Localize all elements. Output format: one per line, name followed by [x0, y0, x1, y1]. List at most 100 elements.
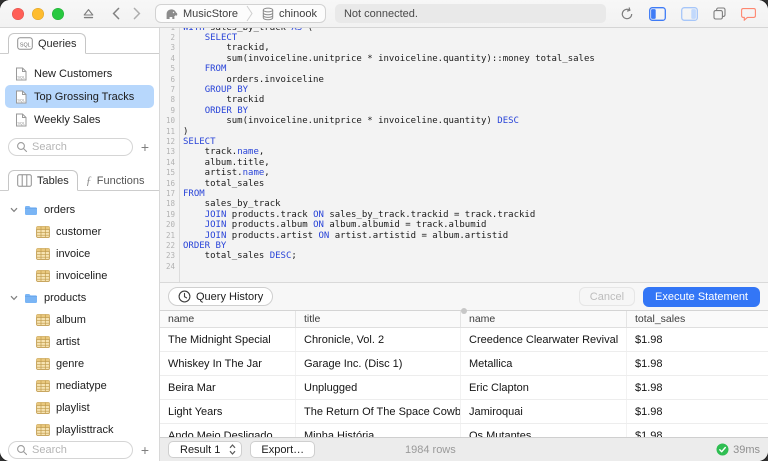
chevron-down-icon[interactable] — [10, 295, 18, 301]
tree-folder[interactable]: products — [0, 287, 159, 309]
tree-table[interactable]: genre — [0, 353, 159, 375]
table-cell: Minha História — [296, 424, 461, 437]
tree-table-label: customer — [56, 226, 102, 238]
results-table: name title name total_sales The Midnight Sp… — [160, 311, 768, 437]
tree-folder[interactable]: orders — [0, 199, 159, 221]
tab-queries-label: Queries — [38, 37, 77, 50]
code-line: album.title, — [183, 157, 270, 168]
tab-functions[interactable]: ƒ Functions — [78, 170, 153, 191]
add-table-button[interactable]: + — [139, 443, 151, 457]
tables-search-input[interactable]: Search — [8, 441, 133, 459]
table-cell: Unplugged — [296, 376, 461, 399]
sql-code[interactable]: WITH sales_by_track AS ( SELECT trackid,… — [179, 28, 595, 272]
tab-tables[interactable]: Tables — [8, 170, 78, 191]
stepper-icon — [229, 444, 236, 455]
result-selector-label: Result 1 — [180, 443, 221, 456]
code-line: ORDER BY — [183, 241, 227, 252]
sql-badge-icon: SQL — [17, 37, 33, 50]
breadcrumb: MusicStore chinook — [155, 4, 326, 23]
cancel-button[interactable]: Cancel — [578, 287, 636, 306]
tree-table[interactable]: playlisttrack — [0, 419, 159, 441]
execute-statement-button[interactable]: Execute Statement — [643, 286, 760, 307]
panel-right-toggle-icon[interactable] — [681, 6, 698, 21]
tables-tree: orders customer invoice invoiceline products… — [0, 191, 159, 441]
table-row[interactable]: Whiskey In The Jar Garage Inc. (Disc 1) Me… — [160, 352, 768, 376]
add-query-button[interactable]: + — [139, 140, 151, 154]
code-line: trackid — [183, 95, 265, 106]
query-item[interactable]: SQL Top Grossing Tracks — [5, 85, 154, 108]
code-line: JOIN products.artist ON artist.artistid … — [204, 230, 509, 241]
minimize-window-button[interactable] — [32, 7, 44, 20]
tree-table[interactable]: invoice — [0, 243, 159, 265]
tab-queries[interactable]: SQL Queries — [8, 33, 86, 54]
queries-search-input[interactable]: Search — [8, 138, 133, 156]
folder-icon — [25, 205, 37, 215]
code-line: ORDER BY — [204, 105, 249, 116]
tree-table[interactable]: invoiceline — [0, 265, 159, 287]
panel-left-toggle-icon[interactable] — [649, 6, 666, 21]
line-number: 22 — [165, 241, 175, 251]
search-icon — [17, 445, 28, 456]
tree-table-label: artist — [56, 336, 80, 348]
table-row[interactable]: The Midnight Special Chronicle, Vol. 2 Cre… — [160, 328, 768, 352]
tree-table[interactable]: album — [0, 309, 159, 331]
breadcrumb-server[interactable]: MusicStore — [156, 5, 246, 22]
forward-icon[interactable] — [133, 7, 141, 20]
table-row[interactable]: Ando Meio Desligado Minha História Os Muta… — [160, 424, 768, 437]
table-icon — [36, 402, 50, 414]
tree-table[interactable]: artist — [0, 331, 159, 353]
table-cell: Light Years — [160, 400, 296, 423]
line-number: 23 — [165, 251, 175, 261]
splitter-handle[interactable] — [461, 308, 467, 314]
chat-icon[interactable] — [741, 7, 756, 21]
query-item[interactable]: SQL Weekly Sales — [5, 108, 154, 131]
result-selector[interactable]: Result 1 — [168, 441, 243, 458]
connection-status-field: Not connected. — [334, 4, 606, 23]
code-line: artist.name, — [183, 168, 270, 179]
code-line: SELECT — [204, 32, 238, 43]
code-line: FROM — [183, 189, 205, 199]
line-number: 5 — [170, 64, 175, 74]
tab-tables-label: Tables — [37, 174, 69, 187]
table-row[interactable]: Beira Mar Unplugged Eric Clapton $1.98 — [160, 376, 768, 400]
sql-editor[interactable]: 123456789101112131415161718192021222324 … — [160, 28, 768, 283]
tree-table-label: invoice — [56, 248, 91, 260]
column-header[interactable]: title — [296, 311, 461, 327]
line-number: 13 — [165, 147, 175, 157]
line-number: 2 — [170, 32, 175, 42]
query-item[interactable]: SQL New Customers — [5, 62, 154, 85]
line-number: 4 — [170, 53, 175, 63]
query-history-button[interactable]: Query History — [168, 287, 274, 306]
breadcrumb-database[interactable]: chinook — [253, 5, 325, 22]
tree-table-label: playlist — [56, 402, 90, 414]
tree-table[interactable]: customer — [0, 221, 159, 243]
table-cell: Beira Mar — [160, 376, 296, 399]
tree-table[interactable]: mediatype — [0, 375, 159, 397]
copy-icon[interactable] — [713, 7, 726, 20]
folder-icon — [25, 293, 37, 303]
code-line: trackid, — [183, 43, 270, 54]
elephant-icon — [166, 8, 178, 19]
table-cell: Metallica — [461, 352, 627, 375]
tree-table[interactable]: playlist — [0, 397, 159, 419]
breadcrumb-server-label: MusicStore — [183, 7, 239, 20]
table-columns-icon — [17, 174, 32, 187]
code-line: FROM — [204, 64, 227, 75]
eject-icon[interactable] — [82, 8, 95, 20]
line-number: 8 — [170, 95, 175, 105]
table-row[interactable]: Light Years The Return Of The Space Cowbo… — [160, 400, 768, 424]
column-header[interactable]: name — [461, 311, 627, 327]
table-cell: $1.98 — [635, 406, 663, 418]
sql-doc-icon: SQL — [16, 90, 27, 103]
back-icon[interactable] — [112, 7, 120, 20]
close-window-button[interactable] — [12, 7, 24, 20]
refresh-icon[interactable] — [620, 6, 634, 21]
column-header[interactable]: name — [160, 311, 296, 327]
tables-search-row: Search + — [8, 441, 151, 459]
tree-folder-label: products — [44, 292, 87, 304]
table-icon — [36, 314, 50, 326]
zoom-window-button[interactable] — [52, 7, 64, 20]
chevron-down-icon[interactable] — [10, 207, 18, 213]
column-header[interactable]: total_sales — [627, 311, 768, 327]
export-button[interactable]: Export… — [250, 441, 316, 458]
